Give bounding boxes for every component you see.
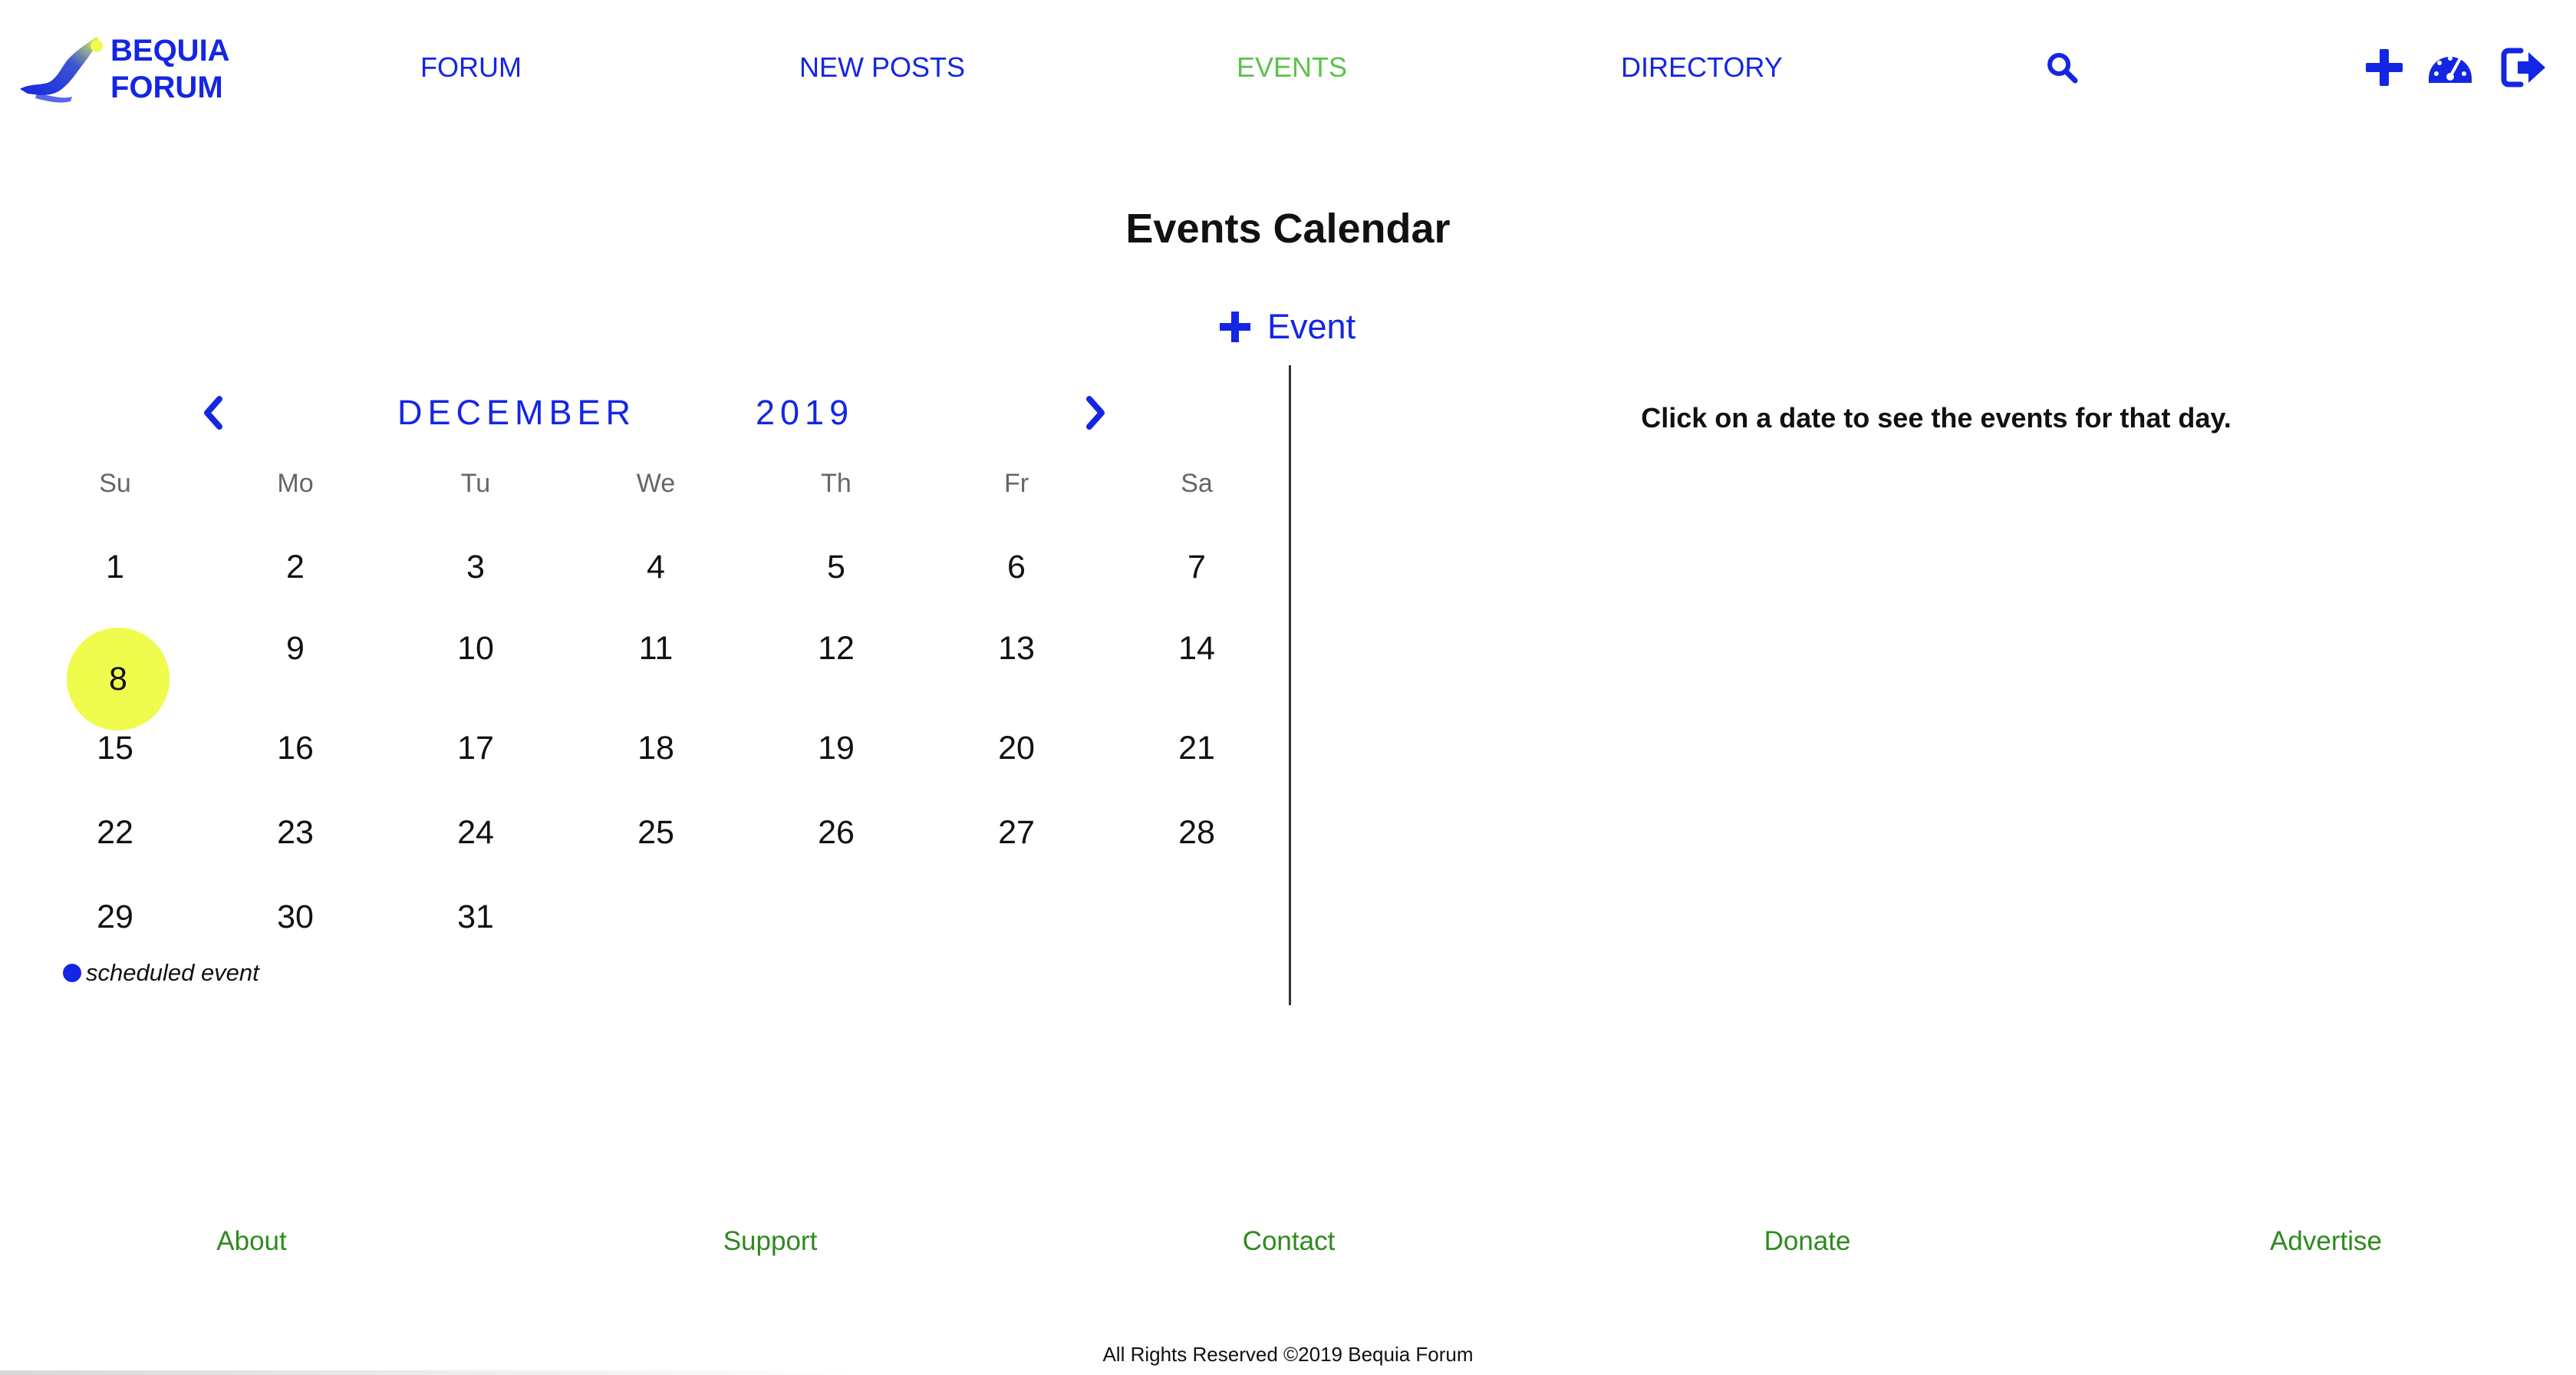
nav-events[interactable]: EVENTS — [1237, 51, 1347, 84]
day-cell-9[interactable]: 9 — [238, 622, 353, 675]
day-cell-2[interactable]: 2 — [238, 540, 353, 594]
day-cell-27[interactable]: 27 — [959, 806, 1074, 859]
day-cell-12[interactable]: 12 — [779, 622, 894, 675]
day-cell-10[interactable]: 10 — [418, 622, 533, 675]
calendar-legend: scheduled event — [63, 958, 259, 988]
day-cell-23[interactable]: 23 — [238, 806, 353, 859]
day-cell-1[interactable]: 1 — [58, 540, 173, 594]
day-cell-25[interactable]: 25 — [598, 806, 713, 859]
day-cell-3[interactable]: 3 — [418, 540, 533, 594]
day-cell-26[interactable]: 26 — [779, 806, 894, 859]
footer-support-link[interactable]: Support — [617, 1225, 924, 1258]
day-cell-18[interactable]: 18 — [598, 721, 713, 775]
search-icon[interactable] — [2045, 51, 2079, 84]
day-cell-8[interactable]: 8 — [67, 628, 170, 730]
day-cell-20[interactable]: 20 — [959, 721, 1074, 775]
bottom-scroll-shadow — [0, 1370, 859, 1375]
calendar-grid: 1 2 3 4 5 6 7 8 9 10 11 12 13 14 15 16 17 18 19 20 21 22 23 24 2… — [0, 0, 1243, 997]
day-cell-11[interactable]: 11 — [598, 622, 713, 675]
footer-donate-link[interactable]: Donate — [1654, 1225, 1961, 1258]
add-icon[interactable] — [2360, 43, 2409, 92]
day-cell-5[interactable]: 5 — [779, 540, 894, 594]
day-cell-6[interactable]: 6 — [959, 540, 1074, 594]
copyright-text: All Rights Reserved ©2019 Bequia Forum — [1102, 1343, 1474, 1366]
footer-advertise-link[interactable]: Advertise — [2172, 1225, 2479, 1258]
day-cell-15[interactable]: 15 — [58, 721, 173, 775]
dashboard-icon[interactable] — [2426, 43, 2475, 92]
panel-divider — [1289, 365, 1291, 1005]
scheduled-event-dot-icon — [63, 964, 81, 982]
add-event-label: Event — [1267, 307, 1356, 346]
legend-label: scheduled event — [86, 959, 259, 986]
day-cell-21[interactable]: 21 — [1139, 721, 1254, 775]
day-cell-28[interactable]: 28 — [1139, 806, 1254, 859]
footer-contact-link[interactable]: Contact — [1135, 1225, 1442, 1258]
day-cell-24[interactable]: 24 — [418, 806, 533, 859]
nav-directory[interactable]: DIRECTORY — [1621, 51, 1783, 84]
footer-about-link[interactable]: About — [98, 1225, 405, 1258]
day-cell-19[interactable]: 19 — [779, 721, 894, 775]
day-cell-4[interactable]: 4 — [598, 540, 713, 594]
day-cell-13[interactable]: 13 — [959, 622, 1074, 675]
day-cell-30[interactable]: 30 — [238, 890, 353, 944]
day-cell-16[interactable]: 16 — [238, 721, 353, 775]
events-panel-hint: Click on a date to see the events for th… — [1641, 402, 2232, 434]
day-cell-29[interactable]: 29 — [58, 890, 173, 944]
day-cell-31[interactable]: 31 — [418, 890, 533, 944]
day-cell-17[interactable]: 17 — [418, 721, 533, 775]
day-cell-22[interactable]: 22 — [58, 806, 173, 859]
logout-icon[interactable] — [2499, 43, 2548, 92]
day-cell-7[interactable]: 7 — [1139, 540, 1254, 594]
day-cell-14[interactable]: 14 — [1139, 622, 1254, 675]
